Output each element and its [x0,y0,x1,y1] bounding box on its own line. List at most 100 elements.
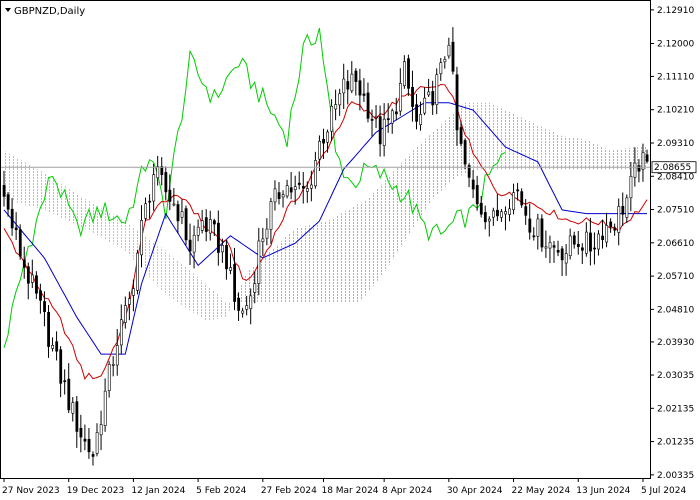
candle-body [277,192,281,199]
candle-body [439,62,443,75]
cloud-segment [307,224,312,303]
candle-body [156,166,160,179]
y-tick-label: 2.09310 [657,139,694,149]
cloud-segment [32,166,37,208]
cloud-segment [335,214,340,303]
cloud-segment [396,164,401,255]
y-tick-label: 2.01235 [657,438,694,448]
cloud-segment [186,267,190,311]
time-axis: 27 Nov 2023 19 Dec 2023 12 Jan 2024 5 Feb 2… [2,478,686,496]
candle-body [443,59,447,63]
cloud-segment [614,149,619,170]
y-tick-label: 2.08410 [657,172,694,182]
candle-body [265,228,269,239]
cloud-segment [622,148,627,170]
candle-body [455,74,459,131]
cloud-segment [169,253,174,301]
cloud-segment [602,147,607,170]
cloud-segment [525,119,530,170]
candle-body [568,235,572,256]
candle-body [119,319,123,346]
candle-body [625,197,629,218]
cloud-segment [270,246,275,303]
candle-body [386,118,390,121]
candle-body [572,235,576,245]
cloud-segment [618,148,623,170]
ichimoku-chart: 2.12910 2.12000 2.11110 2.10210 2.09310 2.084… [0,0,697,496]
candle-body [22,259,26,268]
cloud-segment [12,155,17,203]
cloud-segment [444,117,449,188]
cloud-segment [521,117,526,170]
x-tick-label: 12 Jan 2024 [131,486,185,496]
candle-body [496,209,499,217]
candle-body [597,233,600,250]
candle-body [79,427,83,438]
y-tick-label: 2.05710 [657,272,694,282]
candle-body [346,81,350,90]
candle-body [200,220,204,231]
candle-body [580,247,584,251]
candle-body [637,165,641,172]
candle-body [621,205,625,215]
candle-body [281,194,285,198]
cloud-segment [97,205,102,238]
candle-body [172,203,176,206]
candle-body [148,200,152,203]
cloud-segment [343,209,348,303]
cloud-segment [355,203,360,303]
candle-body [556,249,560,253]
x-tick-label: 5 Jul 2024 [641,486,686,496]
cloud-segment [578,138,583,170]
candle-body [241,310,245,314]
cloud-segment [590,141,595,170]
candle-body [314,160,317,187]
candle-body [378,116,382,145]
cloud-segment [291,228,296,303]
candle-body [411,86,414,107]
candle-body [10,208,14,229]
x-tick-label: 13 Jun 2024 [576,486,630,496]
candle-body [589,232,592,252]
candle-body [310,184,313,189]
candle-body [43,301,46,313]
candle-body [435,74,439,105]
candle-body [564,253,568,264]
cloud-segment [359,201,364,303]
cloud-segment [440,121,445,192]
candle-body [136,252,139,291]
x-tick-label: 30 Apr 2024 [447,486,503,496]
cloud-segment [48,175,53,214]
cloud-segment [266,250,271,303]
candle-body [322,138,325,144]
candle-body [508,208,512,215]
candle-body [306,188,309,192]
cloud-segment [165,250,170,298]
candle-body [233,264,237,302]
cloud-segment [392,168,397,261]
candle-body [330,105,334,132]
candle-body [229,267,232,271]
candle-body [552,245,556,248]
candle-body [318,140,321,160]
cloud-segment [315,222,320,303]
cloud-segment [368,194,372,293]
x-tick-label: 19 Dec 2023 [67,486,125,496]
cloud-segment [161,247,166,295]
candle-body [164,172,168,193]
candle-body [326,131,330,143]
candle-body [504,211,507,215]
candle-body [487,218,491,222]
candle-body [297,182,301,185]
candle-body [463,140,467,165]
candle-body [512,192,516,211]
cloud-segment [262,254,267,303]
y-tick-label: 2.03930 [657,338,694,348]
candle-body [253,283,257,293]
candle-body [75,401,79,432]
candle-body [342,78,346,94]
chart-title: GBPNZD,Daily [14,6,85,17]
cloud-segment [347,207,352,303]
cloud-segment [177,260,182,306]
candle-body [374,115,378,118]
